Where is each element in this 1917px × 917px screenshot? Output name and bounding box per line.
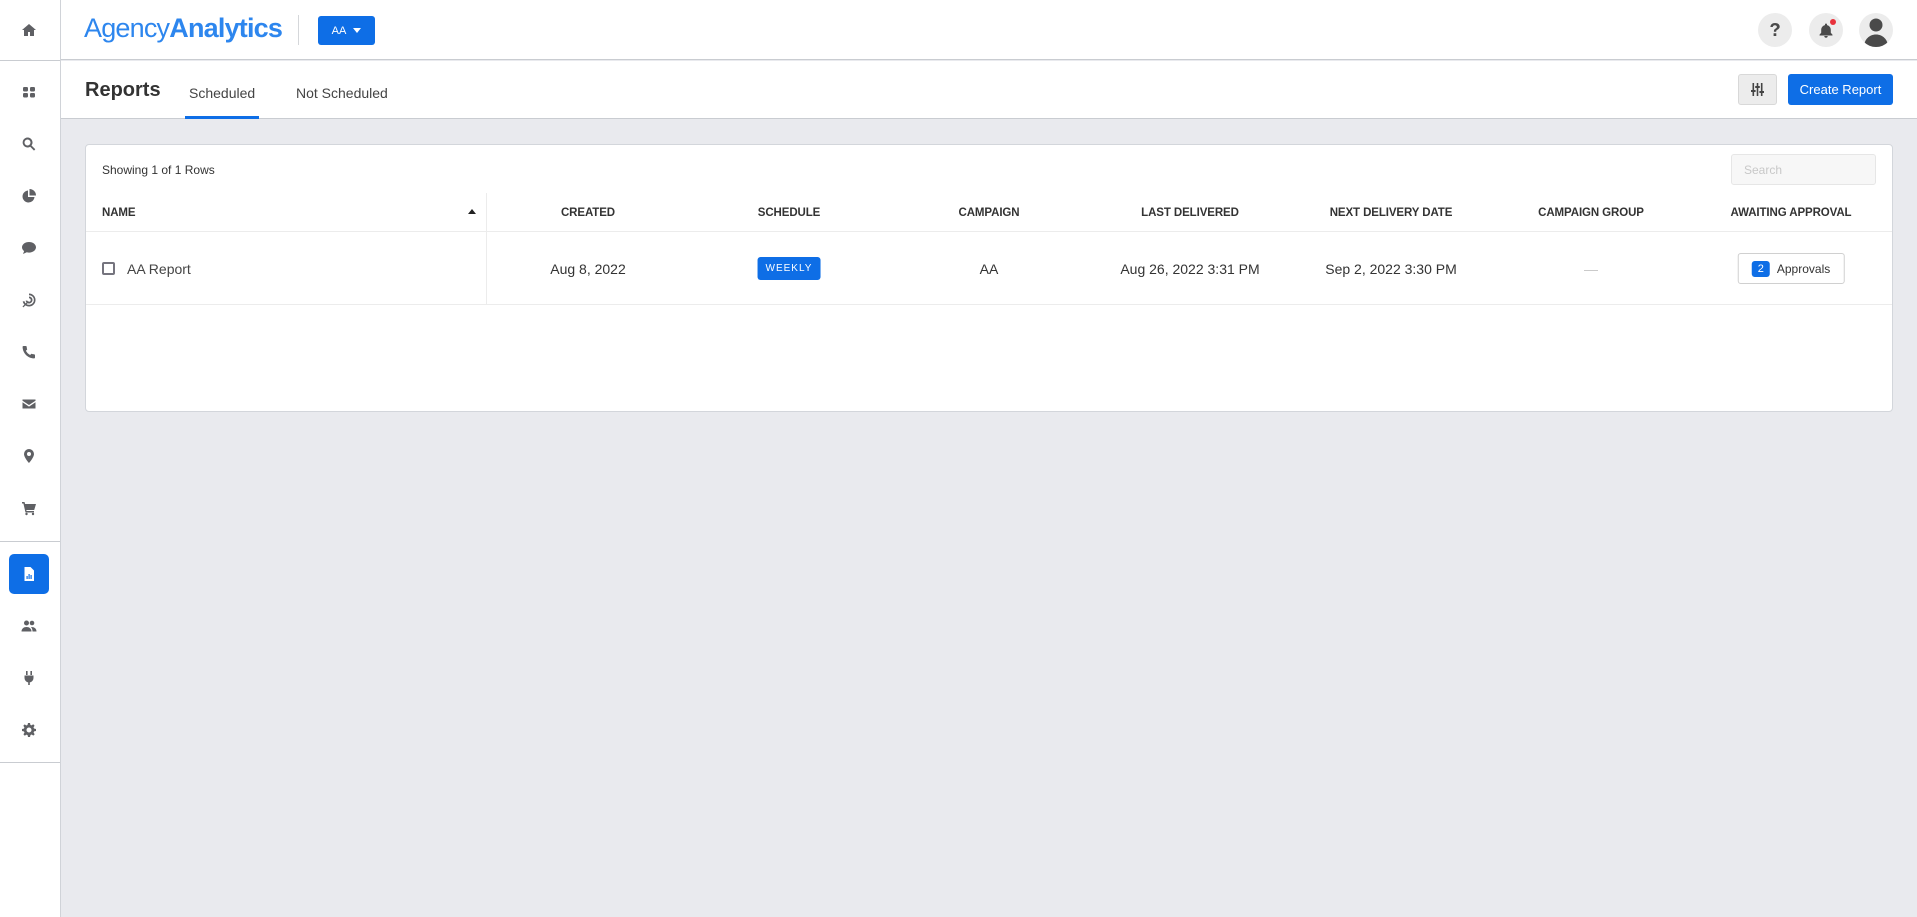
logo-text-light: Agency — [84, 13, 170, 43]
gear-icon — [22, 723, 36, 737]
column-header-schedule[interactable]: SCHEDULE — [758, 193, 821, 232]
sliders-icon — [1751, 83, 1764, 96]
sidebar-item-users[interactable] — [9, 606, 49, 646]
sort-ascending-icon[interactable] — [468, 209, 476, 214]
tab-not-scheduled[interactable]: Not Scheduled — [296, 85, 388, 119]
sidebar-item-seo[interactable] — [9, 124, 49, 164]
dashboard-icon — [23, 87, 35, 98]
create-report-button[interactable]: Create Report — [1788, 74, 1893, 105]
column-header-last-delivered[interactable]: LAST DELIVERED — [1141, 193, 1239, 232]
sidebar — [0, 0, 61, 917]
sidebar-item-email[interactable] — [9, 384, 49, 424]
page-header: Reports Scheduled Not Scheduled Create R… — [61, 61, 1917, 119]
report-name-link[interactable]: AA Report — [127, 261, 191, 277]
notification-dot — [1830, 19, 1836, 25]
sidebar-item-dashboard[interactable] — [9, 72, 49, 112]
search-icon — [22, 137, 36, 151]
column-header-campaign-group[interactable]: CAMPAIGN GROUP — [1538, 193, 1644, 232]
sidebar-item-local[interactable] — [9, 436, 49, 476]
plug-icon — [24, 671, 34, 685]
column-header-name[interactable]: NAME — [102, 193, 136, 232]
column-settings-button[interactable] — [1738, 74, 1777, 105]
column-header-next-delivery-date[interactable]: NEXT DELIVERY DATE — [1330, 193, 1453, 232]
question-icon — [1770, 23, 1780, 36]
table-row: AA Report Aug 8, 2022 WEEKLY AA Aug 26, … — [86, 232, 1892, 305]
column-header-created[interactable]: CREATED — [561, 193, 615, 232]
chat-bubble-icon — [22, 242, 36, 254]
sidebar-item-integrations[interactable] — [9, 658, 49, 698]
campaign-group-cell: — — [1584, 260, 1598, 277]
report-icon — [24, 567, 34, 581]
logo-text-bold: Analytics — [169, 13, 283, 43]
phone-icon — [22, 346, 35, 359]
top-header: AgencyAnalytics AA — [61, 0, 1917, 60]
pie-chart-icon — [22, 189, 36, 203]
help-button[interactable] — [1758, 13, 1792, 47]
sidebar-item-ecommerce[interactable] — [9, 488, 49, 528]
shopping-cart-icon — [22, 502, 36, 516]
approvals-count-badge: 2 — [1751, 260, 1770, 277]
notifications-button[interactable] — [1809, 13, 1843, 47]
reports-table-card: Showing 1 of 1 Rows NAME CREATED SCHEDUL… — [85, 144, 1893, 412]
page-title: Reports — [85, 79, 161, 101]
user-avatar-button[interactable] — [1859, 13, 1893, 47]
tab-scheduled[interactable]: Scheduled — [184, 85, 260, 119]
sidebar-divider — [0, 762, 60, 763]
awaiting-approval-cell: 2 Approvals — [1737, 232, 1845, 305]
sidebar-item-social[interactable] — [9, 228, 49, 268]
table-header: NAME CREATED SCHEDULE CAMPAIGN LAST DELI… — [86, 193, 1892, 232]
account-switcher-label: AA — [331, 24, 347, 37]
envelope-icon — [22, 399, 36, 409]
caret-down-icon — [353, 28, 362, 33]
header-divider — [298, 15, 299, 45]
user-avatar-icon — [1864, 18, 1888, 47]
approvals-label: Approvals — [1776, 261, 1831, 276]
target-icon — [22, 293, 36, 308]
approvals-button[interactable]: 2 Approvals — [1737, 253, 1845, 284]
last-delivered-cell: Aug 26, 2022 3:31 PM — [1120, 260, 1260, 277]
map-pin-icon — [24, 449, 34, 463]
sidebar-item-analytics[interactable] — [9, 176, 49, 216]
search-input[interactable] — [1731, 154, 1876, 185]
account-switcher-button[interactable]: AA — [318, 16, 375, 45]
sidebar-item-ppc[interactable] — [9, 280, 49, 320]
users-icon — [21, 620, 37, 632]
schedule-cell: WEEKLY — [757, 232, 821, 305]
sidebar-item-reports[interactable] — [9, 554, 49, 594]
sidebar-item-calls[interactable] — [9, 332, 49, 372]
created-cell: Aug 8, 2022 — [550, 260, 626, 277]
sidebar-divider — [0, 541, 60, 542]
schedule-badge: WEEKLY — [757, 257, 821, 280]
column-header-awaiting-approval[interactable]: AWAITING APPROVAL — [1731, 193, 1852, 232]
row-count-text: Showing 1 of 1 Rows — [102, 163, 215, 177]
sidebar-item-settings[interactable] — [9, 710, 49, 750]
sidebar-divider — [0, 60, 60, 61]
row-select-checkbox[interactable] — [102, 262, 115, 275]
home-icon — [22, 24, 36, 36]
column-header-campaign[interactable]: CAMPAIGN — [959, 193, 1020, 232]
campaign-cell: AA — [979, 260, 999, 277]
next-delivery-cell: Sep 2, 2022 3:30 PM — [1325, 260, 1457, 277]
sidebar-item-home[interactable] — [9, 10, 49, 50]
report-name-cell: AA Report — [102, 232, 191, 305]
agency-analytics-logo[interactable]: AgencyAnalytics — [84, 13, 283, 44]
